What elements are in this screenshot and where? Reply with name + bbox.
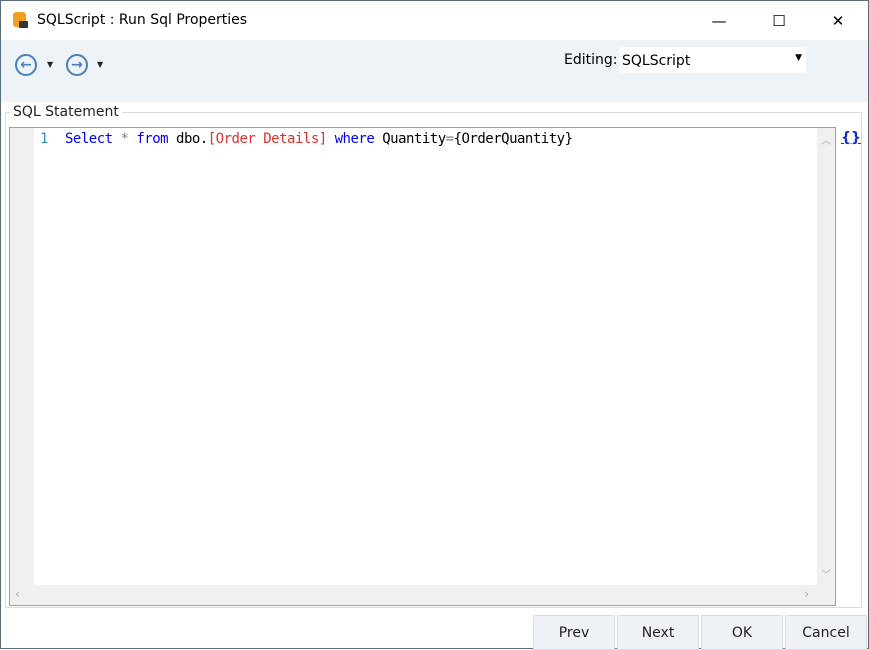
cancel-button[interactable]: Cancel xyxy=(785,615,867,650)
schema: dbo. xyxy=(168,131,208,147)
op-eq: = xyxy=(445,131,454,147)
next-button[interactable]: Next xyxy=(617,615,699,650)
horizontal-scrollbar[interactable]: ‹ › xyxy=(10,585,835,605)
column: Quantity xyxy=(374,131,446,147)
dialog-window: SQLScript : Run Sql Properties — ☐ ✕ ← ▼… xyxy=(0,0,869,650)
ok-button[interactable]: OK xyxy=(701,615,783,650)
title-bar: SQLScript : Run Sql Properties — ☐ ✕ xyxy=(1,1,868,40)
database-script-icon xyxy=(13,12,28,28)
prev-button[interactable]: Prev xyxy=(533,615,615,650)
scroll-down-icon[interactable]: ﹀ xyxy=(821,566,831,581)
minimize-button[interactable]: — xyxy=(696,1,742,40)
kw-select: Select xyxy=(65,131,113,147)
chevron-down-icon: ▼ xyxy=(795,53,802,63)
back-dropdown-icon[interactable]: ▼ xyxy=(47,60,53,69)
kw-where: where xyxy=(334,131,375,147)
toolbar: ← ▼ → ▼ Editing: SQLScript ▼ xyxy=(1,40,868,102)
line-number: 1 xyxy=(40,131,49,147)
close-button[interactable]: ✕ xyxy=(815,1,861,40)
group-label: SQL Statement xyxy=(10,104,122,120)
insert-variable-icon[interactable]: {} xyxy=(841,130,861,146)
forward-arrow-icon[interactable]: → xyxy=(66,54,88,76)
op-star: * xyxy=(112,131,137,147)
code-line[interactable]: Select * from dbo.[Order Details] where … xyxy=(65,131,573,147)
kw-from: from xyxy=(136,131,169,147)
maximize-button[interactable]: ☐ xyxy=(756,1,802,40)
editing-select[interactable]: SQLScript ▼ xyxy=(619,47,806,73)
scroll-up-icon[interactable]: ︿ xyxy=(821,132,831,147)
scroll-left-icon[interactable]: ‹ xyxy=(15,587,20,601)
table-name: [Order Details] xyxy=(207,131,327,147)
window-title: SQLScript : Run Sql Properties xyxy=(37,12,248,28)
sql-editor[interactable]: 1 Select * from dbo.[Order Details] wher… xyxy=(9,127,836,606)
parameter: {OrderQuantity} xyxy=(453,131,573,147)
back-arrow-icon[interactable]: ← xyxy=(15,54,37,76)
editor-gutter xyxy=(10,128,34,585)
scroll-right-icon[interactable]: › xyxy=(804,587,809,601)
editing-label: Editing: xyxy=(564,52,618,68)
forward-dropdown-icon[interactable]: ▼ xyxy=(97,60,103,69)
editing-value: SQLScript xyxy=(622,53,691,69)
vertical-scrollbar[interactable]: ︿ ﹀ xyxy=(817,128,835,585)
